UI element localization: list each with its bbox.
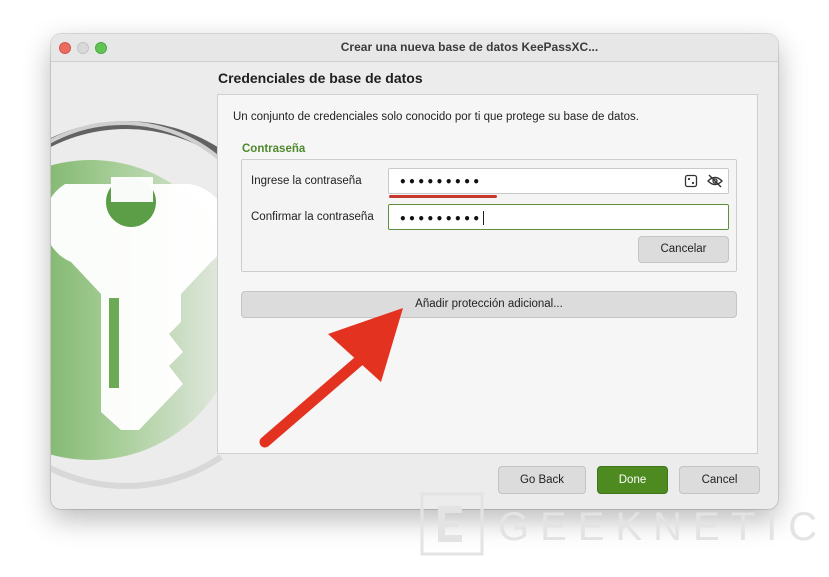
confirm-password-field[interactable]: •••••••••: [388, 204, 729, 230]
password-strength-bar: [389, 195, 497, 198]
credentials-description: Un conjunto de credenciales solo conocid…: [233, 111, 639, 123]
section-title: Credenciales de base de datos: [218, 70, 423, 86]
enter-password-field[interactable]: •••••••••: [388, 168, 729, 198]
watermark-text: GEEKNETIC: [498, 505, 818, 549]
eye-slash-icon[interactable]: [707, 174, 723, 188]
window-title: Crear una nueva base de datos KeePassXC.…: [340, 40, 599, 54]
confirm-password-value: •••••••••: [399, 212, 482, 226]
enter-password-value: •••••••••: [399, 175, 482, 189]
enter-password-label: Ingrese la contraseña: [251, 175, 362, 187]
geeknetic-watermark: GEEKNETIC: [420, 492, 818, 556]
password-group: Ingrese la contraseña ••••••••• Confirma…: [241, 159, 737, 272]
dice-icon[interactable]: [684, 174, 698, 188]
title-bar: Crear una nueva base de datos KeePassXC.…: [51, 34, 778, 62]
red-arrow-annotation: [259, 308, 403, 448]
confirm-password-label: Confirmar la contraseña: [251, 211, 374, 223]
text-cursor: [482, 211, 484, 225]
cancel-password-button[interactable]: Cancelar: [638, 236, 729, 263]
password-group-label: Contraseña: [242, 143, 306, 155]
